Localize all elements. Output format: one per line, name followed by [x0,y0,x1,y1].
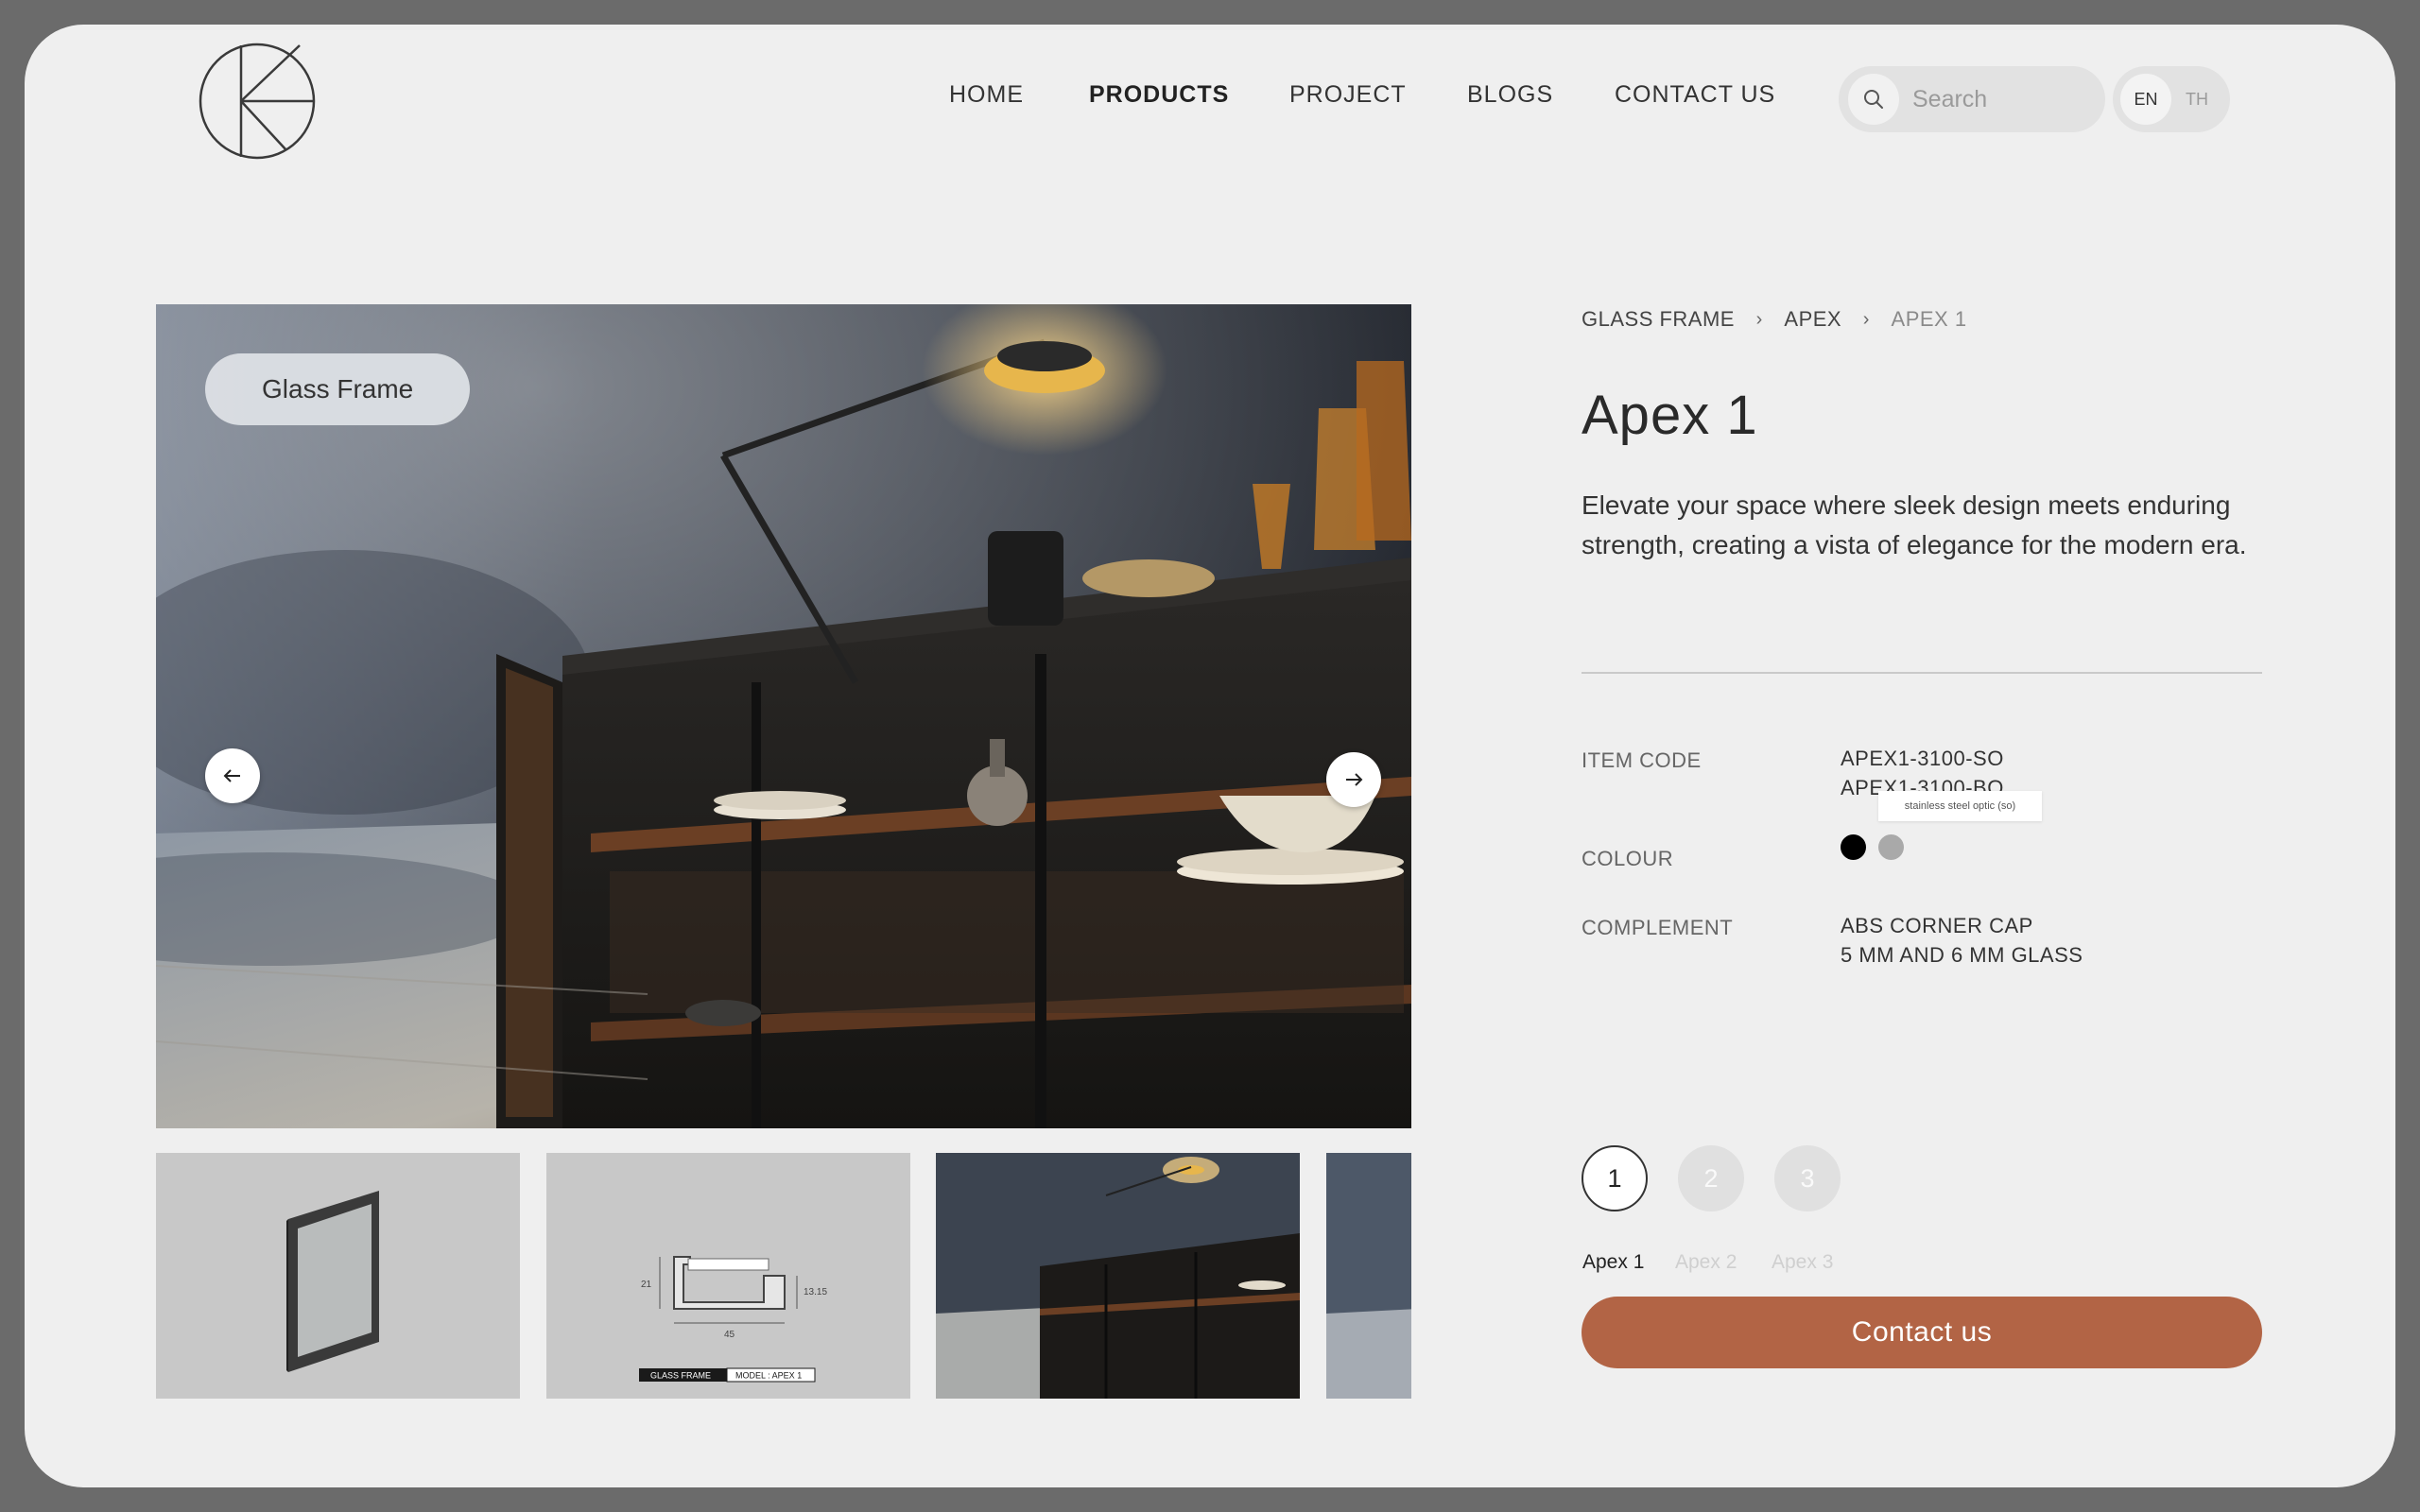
thumbnail-frame-render[interactable] [156,1153,520,1399]
language-switcher: EN TH [2113,66,2230,132]
variant-2-label: Apex 2 [1675,1251,1737,1273]
dimension-height-label: 21 [641,1280,652,1290]
arrow-right-icon [1346,773,1363,786]
gallery-next-button[interactable] [1326,752,1381,807]
complement-label: COMPLEMENT [1582,916,1734,939]
dimension-right-label: 13.15 [804,1287,827,1297]
breadcrumb-glass-frame[interactable]: GLASS FRAME [1582,307,1735,332]
variant-1-button[interactable]: 1 [1582,1145,1648,1211]
variant-3-button[interactable]: 3 [1774,1145,1841,1211]
complement-1: ABS CORNER CAP [1841,914,2033,937]
category-tag: Glass Frame [205,353,471,425]
variant-3-label: Apex 3 [1772,1251,1834,1273]
app-window: HOME PRODUCTS PROJECT BLOGS CONTACT US E… [25,25,2395,1487]
breadcrumb: GLASS FRAME › APEX › APEX 1 [1582,306,1967,332]
item-code-label: ITEM CODE [1582,748,1702,772]
thumbnail-profile-drawing[interactable]: 21 45 13.15 GLASS FRAME MODEL : APEX 1 [546,1153,910,1399]
gallery-prev-button[interactable] [205,748,260,803]
arrow-left-icon [223,769,240,782]
breadcrumb-current: APEX 1 [1891,307,1967,332]
nav-products[interactable]: PRODUCTS [1089,81,1229,109]
colour-tooltip: stainless steel optic (so) [1878,791,2042,821]
nav-contact-us[interactable]: CONTACT US [1615,81,1775,109]
variant-2-button[interactable]: 2 [1678,1145,1744,1211]
nav-home[interactable]: HOME [949,81,1024,109]
hero-image [156,304,1411,1128]
brand-logo[interactable] [198,42,317,161]
colour-swatch-black[interactable] [1841,834,1866,860]
complement-2: 5 MM AND 6 MM GLASS [1841,943,2083,967]
chevron-right-icon: › [1755,308,1763,330]
contact-us-button[interactable]: Contact us [1582,1297,2262,1368]
drawing-caption-left: GLASS FRAME [650,1371,711,1381]
language-th-button[interactable]: TH [2171,74,2222,125]
thumbnail-strip: 21 45 13.15 GLASS FRAME MODEL : APEX 1 [156,1153,1411,1399]
language-en-button[interactable]: EN [2120,74,2171,125]
breadcrumb-apex[interactable]: APEX [1784,307,1841,332]
search-box[interactable] [1839,66,2105,132]
nav-project[interactable]: PROJECT [1289,81,1407,109]
product-title: Apex 1 [1582,385,1758,446]
nav-blogs[interactable]: BLOGS [1467,81,1553,109]
divider [1582,672,2262,674]
variant-1-label: Apex 1 [1582,1251,1645,1273]
product-description: Elevate your space where sleek design me… [1582,490,2247,559]
thumbnail-scene[interactable] [936,1153,1300,1399]
dimension-width-label: 45 [724,1330,735,1340]
search-icon[interactable] [1848,74,1899,125]
drawing-caption-right: MODEL : APEX 1 [735,1371,802,1381]
thumbnail-scene-partial[interactable] [1326,1153,1411,1399]
colour-label: COLOUR [1582,847,1674,870]
chevron-right-icon: › [1862,308,1870,330]
search-input[interactable] [1912,66,2092,132]
hero-gallery: Glass Frame [156,304,1411,1128]
colour-swatch-stainless[interactable] [1878,834,1904,860]
item-code-1: APEX1-3100-SO [1841,747,2004,770]
